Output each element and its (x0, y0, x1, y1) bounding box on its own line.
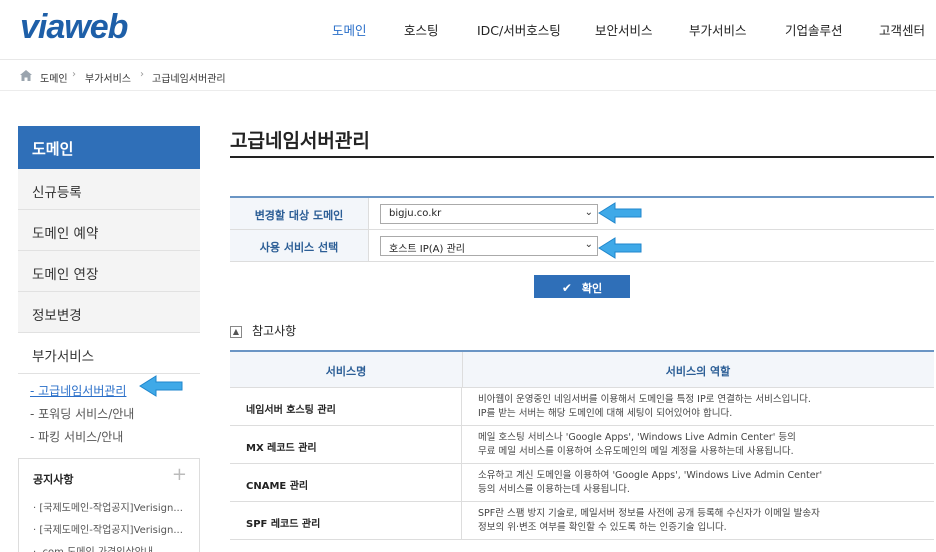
table-row: SPF 레코드 관리 SPF란 스팸 방지 기술로, 메일서버 정보를 사전에 … (230, 502, 934, 540)
notice-item[interactable]: · [국제도메인-작업공지]Verisign... (33, 499, 197, 514)
sidebar-item-domain-reservation[interactable]: 도메인 예약 (18, 210, 200, 251)
nav-hosting[interactable]: 호스팅 (404, 20, 439, 39)
service-description-line: SPF란 스팸 방지 기술로, 메일서버 정보를 사전에 공개 등록해 수신자가… (478, 508, 820, 519)
nav-security[interactable]: 보안서비스 (595, 20, 653, 39)
nav-domain[interactable]: 도메인 (332, 20, 367, 39)
column-header-service-name: 서비스명 (325, 365, 367, 378)
service-description-line: IP를 받는 서버는 해당 도메인에 대해 세팅이 되어있어야 합니다. (478, 408, 733, 419)
service-select[interactable]: 호스트 IP(A) 관리 ⌄ (380, 236, 598, 256)
sidebar-title: 도메인 (18, 126, 200, 169)
sidebar-sub-forwarding[interactable]: - 포워딩 서비스/안내 (30, 405, 134, 422)
table-header: 서비스명 서비스의 역할 (230, 352, 934, 388)
service-description: 비아웹이 운영중인 네임서버를 이용해서 도메인을 특정 IP로 연결하는 서비… (478, 393, 811, 421)
form-row-service: 사용 서비스 선택 호스트 IP(A) 관리 ⌄ (230, 230, 934, 262)
service-description-line: 소유하고 계신 도메인을 이용하여 'Google Apps', 'Window… (478, 470, 823, 481)
sidebar-sub-advanced-nameserver[interactable]: - 고급네임서버관리 (30, 382, 126, 399)
notice-title: 공지사항 (33, 473, 74, 486)
table-row: MX 레코드 관리 메일 호스팅 서비스나 'Google Apps', 'Wi… (230, 426, 934, 464)
service-table: 서비스명 서비스의 역할 네임서버 호스팅 관리 비아웹이 운영중인 네임서버를… (230, 350, 934, 540)
settings-form: 변경할 대상 도메인 bigju.co.kr ⌄ 사용 서비스 선택 호스트 I… (230, 196, 934, 262)
service-select-value: 호스트 IP(A) 관리 (389, 244, 465, 255)
sidebar-item-info-change[interactable]: 정보변경 (18, 292, 200, 333)
home-icon[interactable] (20, 70, 32, 81)
service-name: CNAME 관리 (230, 464, 462, 501)
table-row: 네임서버 호스팅 관리 비아웹이 운영중인 네임서버를 이용해서 도메인을 특정… (230, 388, 934, 426)
collapse-toggle-icon[interactable]: ▲ (230, 325, 242, 338)
nav-idc-server-hosting[interactable]: IDC/서버호스팅 (477, 20, 561, 39)
service-description: SPF란 스팸 방지 기술로, 메일서버 정보를 사전에 공개 등록해 수신자가… (478, 507, 820, 535)
service-name: 네임서버 호스팅 관리 (230, 388, 462, 425)
chevron-down-icon: ⌄ (584, 239, 593, 250)
sidebar-item-addon-services[interactable]: 부가서비스 (18, 333, 200, 374)
nav-addon-services[interactable]: 부가서비스 (689, 20, 747, 39)
breadcrumb-item-addon[interactable]: 부가서비스 (85, 70, 131, 85)
pointer-arrow-icon (598, 202, 642, 224)
sidebar-item-domain-renewal[interactable]: 도메인 연장 (18, 251, 200, 292)
column-header-service-role: 서비스의 역할 (665, 365, 731, 378)
service-description: 소유하고 계신 도메인을 이용하여 'Google Apps', 'Window… (478, 469, 822, 497)
domain-select-value: bigju.co.kr (389, 208, 442, 219)
reference-heading: ▲ 참고사항 (230, 322, 296, 339)
service-label: 사용 서비스 선택 (230, 230, 369, 261)
top-header: viaweb 도메인 호스팅 IDC/서버호스팅 보안서비스 부가서비스 기업솔… (0, 0, 936, 60)
main-nav: 도메인 호스팅 IDC/서버호스팅 보안서비스 부가서비스 기업솔루션 고객센터 (0, 20, 936, 40)
breadcrumb-separator-icon: › (72, 69, 76, 80)
chevron-down-icon: ⌄ (584, 207, 593, 218)
table-row: CNAME 관리 소유하고 계신 도메인을 이용하여 'Google Apps'… (230, 464, 934, 502)
check-icon: ✔ (561, 281, 572, 295)
page-title: 고급네임서버관리 (230, 130, 370, 152)
service-description-line: 무료 메일 서비스를 이용하여 소유도메인의 메일 계정을 사용하는데 사용됩니… (478, 446, 794, 457)
breadcrumb-item-current: 고급네임서버관리 (152, 74, 226, 85)
breadcrumb-separator-icon: › (140, 69, 144, 80)
notice-item[interactable]: · .com 도메인 가격인상안내 (33, 543, 197, 552)
notice-item[interactable]: · [국제도메인-작업공지]Verisign... (33, 521, 197, 536)
reference-title: 참고사항 (252, 324, 297, 338)
breadcrumb: 도메인 › 부가서비스 › 고급네임서버관리 (0, 61, 936, 91)
domain-label: 변경할 대상 도메인 (230, 198, 369, 229)
service-name: SPF 레코드 관리 (230, 502, 462, 539)
service-description: 메일 호스팅 서비스나 'Google Apps', 'Windows Live… (478, 431, 796, 459)
confirm-button-label: 확인 (581, 282, 603, 295)
service-description-line: 등의 서비스를 이용하는데 사용됩니다. (478, 484, 630, 495)
service-name: MX 레코드 관리 (230, 426, 462, 463)
pointer-arrow-icon (139, 375, 183, 397)
plus-icon[interactable]: + (172, 464, 187, 485)
sidebar-sub-parking[interactable]: - 파킹 서비스/안내 (30, 428, 123, 445)
pointer-arrow-icon (598, 237, 642, 259)
form-row-domain: 변경할 대상 도메인 bigju.co.kr ⌄ (230, 198, 934, 230)
title-divider (230, 156, 934, 158)
confirm-button[interactable]: ✔ 확인 (534, 275, 630, 298)
sidebar-item-new-registration[interactable]: 신규등록 (18, 169, 200, 210)
domain-select[interactable]: bigju.co.kr ⌄ (380, 204, 598, 224)
notice-panel: 공지사항 + · [국제도메인-작업공지]Verisign... · [국제도메… (18, 458, 200, 552)
service-description-line: 메일 호스팅 서비스나 'Google Apps', 'Windows Live… (478, 432, 796, 443)
service-description-line: 정보의 위·변조 여부를 확인할 수 있도록 하는 인증기술 입니다. (478, 522, 727, 533)
service-description-line: 비아웹이 운영중인 네임서버를 이용해서 도메인을 특정 IP로 연결하는 서비… (478, 394, 811, 405)
breadcrumb-item-domain[interactable]: 도메인 (40, 70, 68, 85)
nav-customer-center[interactable]: 고객센터 (879, 20, 925, 39)
nav-business-solutions[interactable]: 기업솔루션 (785, 20, 843, 39)
